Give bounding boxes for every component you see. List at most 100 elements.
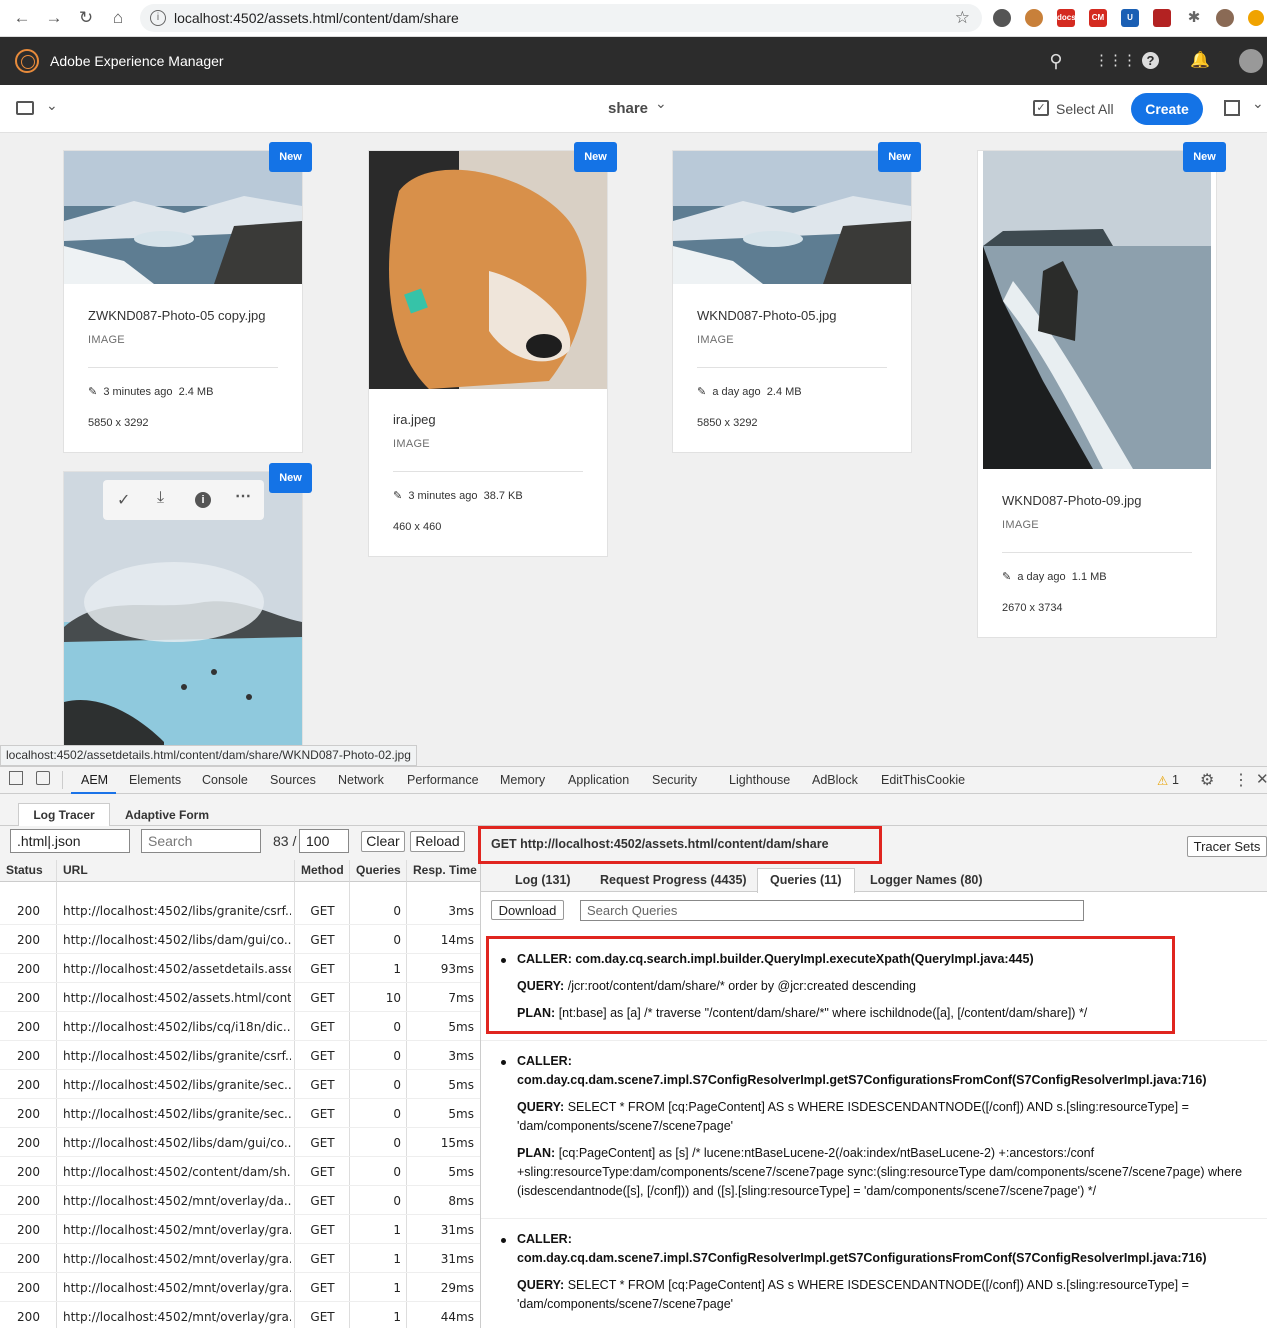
- close-icon[interactable]: ✕: [1256, 770, 1267, 788]
- select-check-icon[interactable]: ✓: [117, 490, 130, 510]
- table-row[interactable]: 200 http://localhost:4502/assets.html/con…: [0, 983, 480, 1012]
- tab-network[interactable]: Network: [338, 773, 384, 787]
- view-chevron-icon[interactable]: ⌄: [1252, 95, 1264, 112]
- table-row[interactable]: 200 http://localhost:4502/libs/cq/i18n/di…: [0, 1012, 480, 1041]
- update-icon[interactable]: [1248, 10, 1264, 26]
- cm-extension-icon[interactable]: CM: [1089, 9, 1107, 27]
- tab-request-progress[interactable]: Request Progress (4435): [600, 873, 747, 887]
- tab-aem[interactable]: AEM: [81, 773, 108, 787]
- tab-adblock[interactable]: AdBlock: [812, 773, 858, 787]
- tab-log[interactable]: Log (131): [515, 873, 571, 887]
- puzzle-extensions-icon[interactable]: ✱: [1184, 8, 1204, 28]
- create-button[interactable]: Create: [1131, 93, 1203, 125]
- shield-extension-icon[interactable]: U: [1121, 9, 1139, 27]
- home-icon[interactable]: ⌂: [108, 8, 128, 28]
- forward-arrow-icon[interactable]: →: [44, 8, 64, 28]
- info-icon[interactable]: i: [150, 10, 166, 26]
- table-row[interactable]: 200 http://localhost:4502/mnt/overlay/gra…: [0, 1244, 480, 1273]
- asset-name[interactable]: ZWKND087-Photo-05 copy.jpg: [88, 308, 266, 323]
- apps-grid-icon[interactable]: ⋮⋮⋮: [1094, 51, 1137, 71]
- download-icon[interactable]: ⤓: [157, 489, 164, 507]
- table-row[interactable]: 200 http://localhost:4502/libs/granite/cs…: [0, 896, 480, 925]
- user-avatar-icon[interactable]: [1239, 49, 1263, 73]
- extension-shield-icon[interactable]: [993, 9, 1011, 27]
- asset-thumbnail[interactable]: [983, 151, 1211, 469]
- table-row[interactable]: 200 http://localhost:4502/mnt/overlay/gra…: [0, 1273, 480, 1302]
- folder-chevron-icon[interactable]: ⌄: [655, 95, 667, 112]
- table-row[interactable]: 200 http://localhost:4502/content/dam/sh.…: [0, 1157, 480, 1186]
- bell-icon[interactable]: 🔔: [1190, 51, 1210, 71]
- reload-button[interactable]: Reload: [410, 831, 465, 852]
- folder-title[interactable]: share: [608, 100, 648, 117]
- chevron-down-icon[interactable]: ⌄: [46, 97, 58, 114]
- limit-input[interactable]: 100: [299, 829, 349, 853]
- table-row[interactable]: 200 http://localhost:4502/mnt/overlay/da.…: [0, 1186, 480, 1215]
- tab-adaptive-form[interactable]: Adaptive Form: [125, 808, 209, 822]
- asset-name[interactable]: WKND087-Photo-05.jpg: [697, 308, 836, 323]
- tab-memory[interactable]: Memory: [500, 773, 545, 787]
- aem-logo-icon[interactable]: [15, 49, 39, 73]
- col-status[interactable]: Status: [0, 860, 57, 882]
- select-all-checkbox-icon[interactable]: ✓: [1033, 100, 1049, 116]
- reload-icon[interactable]: ↻: [76, 8, 96, 28]
- tab-log-tracer[interactable]: Log Tracer: [18, 803, 110, 827]
- tab-queries[interactable]: Queries (11): [770, 873, 842, 887]
- profile-avatar-icon[interactable]: [1216, 9, 1234, 27]
- tab-performance[interactable]: Performance: [407, 773, 479, 787]
- asset-thumbnail[interactable]: [369, 151, 607, 389]
- search-icon[interactable]: ⚲: [1046, 51, 1066, 71]
- search-queries-input[interactable]: Search Queries: [580, 900, 1084, 921]
- device-toggle-icon[interactable]: [36, 771, 50, 785]
- asset-name[interactable]: WKND087-Photo-09.jpg: [1002, 493, 1141, 508]
- col-method[interactable]: Method: [295, 860, 350, 882]
- cookie-extension-icon[interactable]: [1025, 9, 1043, 27]
- col-queries[interactable]: Queries: [350, 860, 407, 882]
- tab-logger-names[interactable]: Logger Names (80): [870, 873, 983, 887]
- tab-sources[interactable]: Sources: [270, 773, 316, 787]
- asset-card[interactable]: New ✓ ⤓ i ⋯: [63, 463, 312, 765]
- tab-console[interactable]: Console: [202, 773, 248, 787]
- asset-name[interactable]: ira.jpeg: [393, 412, 436, 427]
- table-row[interactable]: 200 http://localhost:4502/libs/granite/se…: [0, 1099, 480, 1128]
- asset-card[interactable]: New ira.jpeg IMAGE ✎ 3 minutes ago 38.7 …: [368, 142, 617, 557]
- asset-card[interactable]: New ZWKND087-Photo-05 copy.jpg IMAGE ✎ 3…: [63, 142, 312, 453]
- inspect-element-icon[interactable]: [9, 771, 23, 785]
- info-icon[interactable]: i: [195, 492, 211, 508]
- warning-count[interactable]: 1: [1172, 773, 1179, 787]
- table-row[interactable]: 200 http://localhost:4502/mnt/overlay/gra…: [0, 1215, 480, 1244]
- url-filter-input[interactable]: .html|.json: [10, 829, 130, 853]
- help-icon[interactable]: ?: [1142, 52, 1159, 69]
- tab-lighthouse[interactable]: Lighthouse: [729, 773, 790, 787]
- tab-application[interactable]: Application: [568, 773, 629, 787]
- asset-thumbnail[interactable]: [64, 151, 302, 284]
- table-row[interactable]: 200 http://localhost:4502/libs/granite/cs…: [0, 1041, 480, 1070]
- select-all-label[interactable]: Select All: [1056, 101, 1114, 117]
- asset-card[interactable]: New WKND087-Photo-05.jpg IMAGE ✎ a day a…: [672, 142, 921, 453]
- warning-icon[interactable]: ⚠: [1157, 773, 1168, 788]
- tab-security[interactable]: Security: [652, 773, 697, 787]
- more-vertical-icon[interactable]: ⋮: [1233, 770, 1249, 790]
- table-row[interactable]: 200 http://localhost:4502/libs/granite/se…: [0, 1070, 480, 1099]
- asset-thumbnail[interactable]: [673, 151, 911, 284]
- address-bar[interactable]: i localhost:4502/assets.html/content/dam…: [140, 4, 982, 32]
- rail-toggle-icon[interactable]: [16, 101, 34, 115]
- docs-extension-icon[interactable]: docs: [1057, 9, 1076, 27]
- view-switcher-icon[interactable]: [1224, 100, 1240, 116]
- col-resp-time[interactable]: Resp. Time: [407, 860, 480, 882]
- clear-button[interactable]: Clear: [361, 831, 405, 852]
- table-row[interactable]: 200 http://localhost:4502/mnt/overlay/gra…: [0, 1302, 480, 1328]
- table-row[interactable]: 200 http://localhost:4502/assetdetails.as…: [0, 954, 480, 983]
- more-icon[interactable]: ⋯: [235, 486, 251, 506]
- bookmark-star-icon[interactable]: ☆: [955, 4, 970, 32]
- tab-editthiscookie[interactable]: EditThisCookie: [881, 773, 965, 787]
- back-arrow-icon[interactable]: ←: [12, 8, 32, 28]
- table-row[interactable]: 200 http://localhost:4502/libs/dam/gui/co…: [0, 1128, 480, 1157]
- tracer-sets-button[interactable]: Tracer Sets: [1187, 836, 1267, 857]
- download-button[interactable]: Download: [491, 900, 564, 920]
- table-row[interactable]: 200 http://localhost:4502/libs/dam/gui/co…: [0, 925, 480, 954]
- grid-extension-icon[interactable]: [1153, 9, 1171, 27]
- col-url[interactable]: URL: [57, 860, 295, 882]
- asset-card[interactable]: New WKND087-Photo-09.jpg IMAGE ✎ a day a…: [977, 142, 1226, 638]
- tab-elements[interactable]: Elements: [129, 773, 181, 787]
- settings-gear-icon[interactable]: ⚙: [1200, 770, 1214, 790]
